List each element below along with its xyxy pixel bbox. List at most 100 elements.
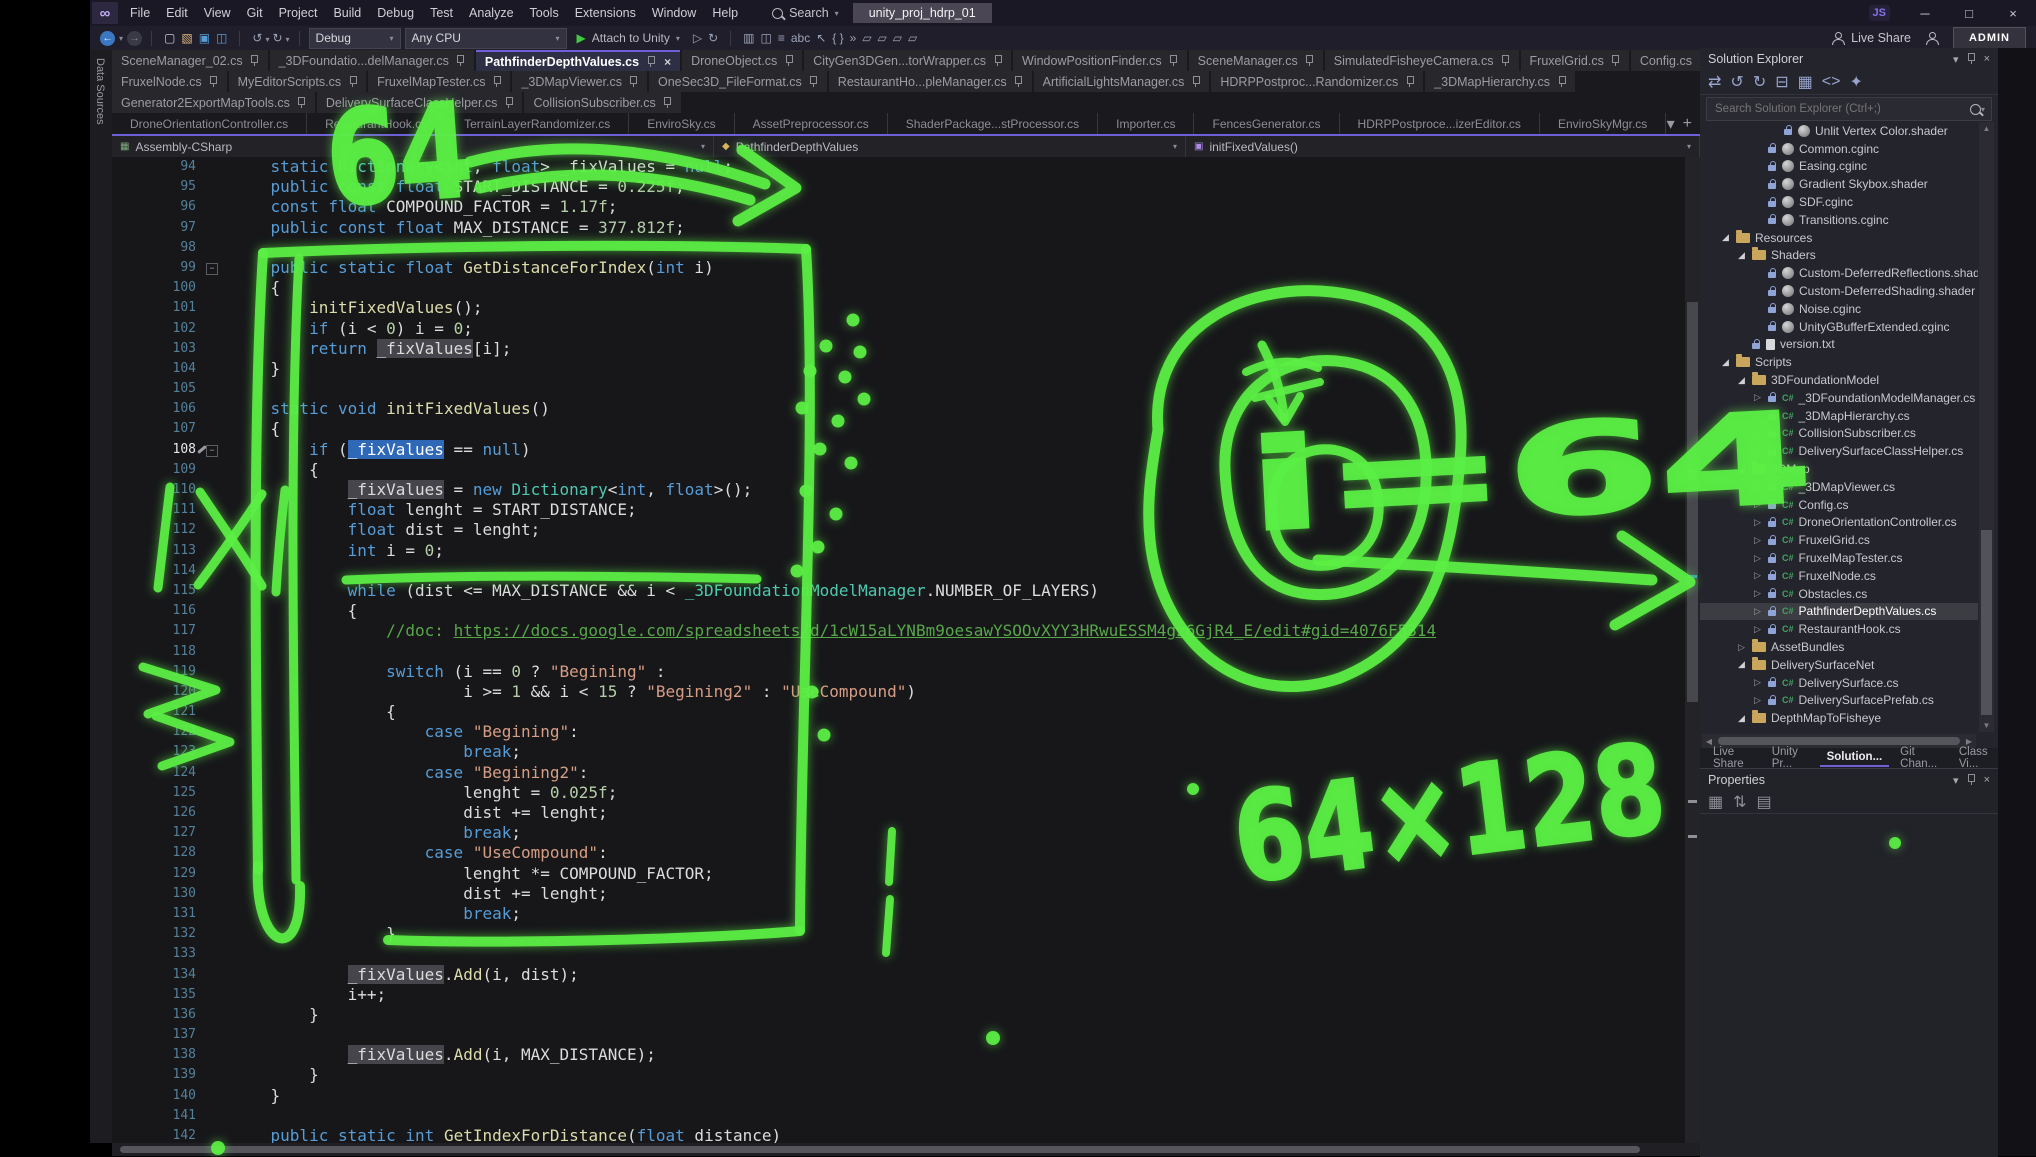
line-number[interactable]: 140 [112,1086,196,1106]
bookmark-next-icon[interactable]: ▱ [875,31,890,45]
tree-item-fruxelmaptester-cs[interactable]: ▷C#FruxelMapTester.cs [1700,549,1978,567]
code-line[interactable]: 95 public const float START_DISTANCE = 0… [112,177,1685,197]
tree-item-resources[interactable]: ◢Resources [1700,229,1978,247]
scrollbar-thumb[interactable] [1687,302,1698,702]
pin-icon[interactable] [1191,76,1200,88]
alphabetical-icon[interactable]: ⇅ [1733,792,1746,812]
tree-item-3dfoundationmodel[interactable]: ◢3DFoundationModel [1700,371,1978,389]
code-line[interactable]: 104 } [112,359,1685,379]
new-file-icon[interactable]: ▢ [161,31,178,45]
line-number[interactable]: 99 [112,258,196,278]
code-line[interactable]: 106 static void initFixedValues() [112,399,1685,419]
pin-icon[interactable] [297,97,306,109]
chevron-down-icon[interactable]: ▾ [286,35,290,44]
save-all-icon[interactable]: ◫ [213,31,230,45]
sync-with-active-document-icon[interactable]: ⇄ [1708,72,1721,92]
pin-icon[interactable] [1557,76,1566,88]
menu-edit[interactable]: Edit [158,3,196,23]
expander-icon[interactable]: ▷ [1752,553,1763,564]
pin-icon[interactable] [1014,76,1023,88]
tab-pathfinderdepthvalues-cs[interactable]: PathfinderDepthValues.cs× [476,50,680,71]
close-icon[interactable]: × [664,55,671,69]
line-number[interactable]: 115 [112,581,196,601]
line-number[interactable]: 110 [112,480,196,500]
tab-importer-cs[interactable]: Importer.cs [1098,113,1194,134]
pin-icon[interactable] [456,55,465,67]
tree-item-sdf-cginc[interactable]: SDF.cginc [1700,193,1978,211]
line-number[interactable]: 96 [112,197,196,217]
code-line[interactable]: 96 const float COMPOUND_FACTOR = 1.17f; [112,197,1685,217]
menu-extensions[interactable]: Extensions [567,3,644,23]
tab-shaderpackage-stprocessor-cs[interactable]: ShaderPackage...stProcessor.cs [888,113,1098,134]
account-badge[interactable]: JS [1869,5,1890,21]
code-line[interactable]: 126 dist += lenght; [112,803,1685,823]
code-line[interactable]: 139 } [112,1065,1685,1085]
line-number[interactable]: 133 [112,944,196,964]
line-number[interactable]: 130 [112,884,196,904]
code-line[interactable]: 112 float dist = lenght; [112,520,1685,540]
data-sources-tab[interactable]: Data Sources [94,58,106,125]
pin-icon[interactable] [1967,53,1976,65]
scrollbar-thumb[interactable] [1981,530,1992,715]
chevron-down-icon[interactable]: ▾ [1953,774,1959,787]
expander-icon[interactable]: ◢ [1736,464,1747,475]
search-box[interactable]: Search ▾ [772,6,839,20]
expander-icon[interactable]: ▷ [1752,410,1763,421]
menu-project[interactable]: Project [271,3,326,23]
tree-item-pathfinderdepthvalues-cs[interactable]: ▷C#PathfinderDepthValues.cs [1700,603,1978,621]
expander-icon[interactable]: ▷ [1752,392,1763,403]
line-number[interactable]: 118 [112,642,196,662]
line-number[interactable]: 116 [112,601,196,621]
solution-platform-dropdown[interactable]: Any CPU▾ [405,28,567,49]
start-without-debugging-icon[interactable]: ▷ [690,31,705,45]
code-line[interactable]: 132 } [112,924,1685,944]
pin-icon[interactable] [1305,55,1314,67]
scroll-down-icon[interactable]: ▼ [1979,721,1994,730]
tab-restaurantho-plemanager-cs[interactable]: RestaurantHo...pleManager.cs [829,71,1032,92]
line-number[interactable]: 103 [112,339,196,359]
tab-fruxelnode-cs[interactable]: FruxelNode.cs [112,71,227,92]
menu-git[interactable]: Git [239,3,271,23]
tool-tab-unity-pr[interactable]: Unity Pr... [1765,744,1816,768]
code-line[interactable]: 124 case "Begining2": [112,763,1685,783]
code-line[interactable]: 135 i++; [112,985,1685,1005]
maximize-button[interactable]: □ [1960,6,1978,21]
line-number[interactable]: 128 [112,843,196,863]
line-number[interactable]: 105 [112,379,196,399]
tab-fruxelgrid-cs[interactable]: FruxelGrid.cs [1521,50,1629,71]
tree-vertical-scrollbar[interactable]: ▲ ▼ [1979,122,1994,732]
code-line[interactable]: 98 [112,238,1685,258]
code-line[interactable]: 100 { [112,278,1685,298]
pin-icon[interactable] [492,76,501,88]
line-number[interactable]: 135 [112,985,196,1005]
close-icon[interactable]: × [1984,774,1990,786]
code-line[interactable]: 138 _fixValues.Add(i, MAX_DISTANCE); [112,1045,1685,1065]
view-code-icon[interactable]: <> [1822,73,1841,91]
tab-3dmapviewer-cs[interactable]: _3DMapViewer.cs [512,71,647,92]
code-line[interactable]: 116 { [112,601,1685,621]
tree-item-unitygbufferextended-cginc[interactable]: UnityGBufferExtended.cginc [1700,318,1978,336]
line-number[interactable]: 142 [112,1126,196,1143]
pin-icon[interactable] [209,76,218,88]
code-line[interactable]: 111 float lenght = START_DISTANCE; [112,500,1685,520]
line-number[interactable]: 111 [112,500,196,520]
line-number[interactable]: 119 [112,662,196,682]
tab-collisionsubscriber-cs[interactable]: CollisionSubscriber.cs [524,92,680,113]
expander-icon[interactable]: ▷ [1752,606,1763,617]
chevron-down-icon[interactable]: ▾ [119,34,123,43]
code-line[interactable]: 99− public static float GetDistanceForIn… [112,258,1685,278]
fold-collapse-icon[interactable]: − [206,263,218,275]
tab-artificiallightsmanager-cs[interactable]: ArtificialLightsManager.cs [1034,71,1210,92]
pin-icon[interactable] [250,55,259,67]
tree-item-deliverysurfaceclasshelper-cs[interactable]: ▷C#DeliverySurfaceClassHelper.cs [1700,442,1978,460]
code-line[interactable]: 103 return _fixValues[i]; [112,339,1685,359]
expander-icon[interactable]: ◢ [1736,659,1747,670]
tab-droneorientationcontroller-cs[interactable]: DroneOrientationController.cs [112,113,307,134]
tab-fencesgenerator-cs[interactable]: FencesGenerator.cs [1194,113,1339,134]
expander-icon[interactable]: ▷ [1752,428,1763,439]
admin-badge[interactable]: ADMIN [1953,27,2026,49]
tree-item-3dmapviewer-cs[interactable]: ▷C#_3DMapViewer.cs [1700,478,1978,496]
expander-icon[interactable]: ▷ [1752,624,1763,635]
menu-analyze[interactable]: Analyze [461,3,521,23]
expander-icon[interactable]: ▷ [1752,695,1763,706]
